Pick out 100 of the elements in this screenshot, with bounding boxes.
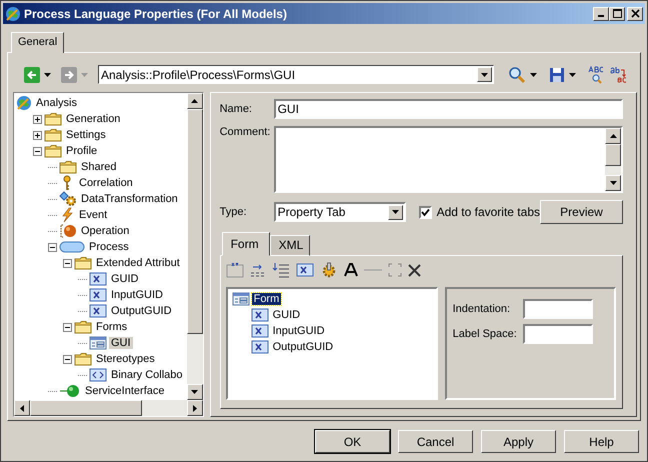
tree-item[interactable]: OutputGUID xyxy=(270,341,336,353)
stereotype-icon xyxy=(89,368,107,382)
tree-item[interactable]: Process xyxy=(87,241,131,253)
tree-item[interactable]: Operation xyxy=(79,225,132,237)
window-title: Process Language Properties (For All Models) xyxy=(24,6,288,20)
checkbox-label: Add to favorite tabs xyxy=(436,205,540,219)
name-field[interactable]: GUI xyxy=(274,99,623,119)
close-button[interactable] xyxy=(627,6,643,20)
globe-icon xyxy=(5,6,21,22)
tree-item[interactable]: GUID xyxy=(270,309,302,321)
vertical-scrollbar[interactable] xyxy=(186,93,203,400)
folder-icon xyxy=(44,128,62,142)
attribute-icon[interactable] xyxy=(296,263,314,277)
tab[interactable]: XML xyxy=(270,235,310,256)
replace-icon[interactable] xyxy=(610,66,628,84)
tree-item[interactable]: Correlation xyxy=(77,177,135,189)
text-field-icon[interactable] xyxy=(226,262,244,278)
interface-icon xyxy=(59,383,81,399)
type-dropdown[interactable]: Property Tab xyxy=(274,202,406,222)
expand-icon[interactable] xyxy=(33,130,42,140)
attribute-icon xyxy=(250,308,269,322)
tree-item[interactable]: Stereotypes xyxy=(94,353,157,365)
caret-icon[interactable] xyxy=(530,72,537,76)
form-icon xyxy=(89,336,107,350)
tree-item[interactable]: Form xyxy=(252,293,282,305)
minimize-icon xyxy=(598,15,604,17)
minimize-button[interactable] xyxy=(593,6,609,20)
collapse-icon[interactable] xyxy=(63,258,72,268)
gear-icon xyxy=(59,191,77,207)
property-field[interactable] xyxy=(522,299,593,319)
tree-item[interactable]: OutputGUID xyxy=(109,305,174,317)
up-arrow-icon xyxy=(191,99,198,103)
operation-icon xyxy=(59,223,77,239)
field-label: Type: xyxy=(220,206,248,218)
insert-list-icon[interactable] xyxy=(272,262,290,278)
property-field[interactable] xyxy=(522,324,593,344)
down-arrow-icon xyxy=(191,390,198,394)
tree-item[interactable]: InputGUID xyxy=(270,325,327,337)
favorite-checkbox[interactable] xyxy=(418,206,432,218)
spell-check-icon[interactable] xyxy=(588,66,606,84)
search-icon[interactable] xyxy=(508,66,526,84)
field-label: Comment: xyxy=(220,126,272,138)
folder-icon xyxy=(44,112,62,126)
tree-item[interactable]: Forms xyxy=(94,321,130,333)
collapse-icon[interactable] xyxy=(63,354,72,364)
attribute-icon xyxy=(89,272,107,286)
field-label: Indentation: xyxy=(452,303,512,315)
folder-icon xyxy=(74,352,92,366)
collapse-icon[interactable] xyxy=(48,242,57,252)
preview-button[interactable]: Preview xyxy=(540,200,623,224)
collapse-icon[interactable] xyxy=(33,146,42,156)
check-icon xyxy=(420,208,430,216)
up-arrow-icon xyxy=(610,134,616,138)
expand-icon[interactable] xyxy=(33,114,42,124)
maximize-button[interactable] xyxy=(609,6,625,20)
save-icon[interactable] xyxy=(549,66,565,82)
globe-icon xyxy=(16,95,32,111)
add-item-icon[interactable] xyxy=(250,262,266,278)
down-arrow-icon xyxy=(610,181,616,185)
field-label: Name: xyxy=(220,103,253,115)
comment-field[interactable] xyxy=(274,126,623,193)
tab[interactable]: General xyxy=(11,32,64,53)
dialog-button[interactable]: Help xyxy=(564,430,639,453)
tree-item[interactable]: Profile xyxy=(64,145,100,157)
tree-item[interactable]: Settings xyxy=(64,129,108,141)
attribute-icon xyxy=(250,340,269,354)
horizontal-scrollbar[interactable] xyxy=(14,400,203,416)
folder-icon xyxy=(44,144,62,158)
path-combo[interactable]: Analysis::Profile\Process\Forms\GUI xyxy=(98,65,494,84)
vertical-scrollbar[interactable] xyxy=(605,128,621,191)
dialog-button[interactable]: OK xyxy=(315,430,390,453)
tree-item[interactable]: GUID xyxy=(109,273,140,285)
right-arrow-icon xyxy=(192,404,197,412)
tree-item[interactable]: InputGUID xyxy=(109,289,165,301)
collapse-icon[interactable] xyxy=(63,322,72,332)
folder-icon xyxy=(59,160,77,174)
caret-icon xyxy=(392,210,399,214)
tree-item[interactable]: DataTransformation xyxy=(79,193,180,205)
dialog-button[interactable]: Apply xyxy=(481,430,556,453)
tree-item[interactable]: ServiceInterface xyxy=(83,385,166,397)
form-icon xyxy=(232,292,250,306)
delete-icon[interactable] xyxy=(408,264,421,276)
attribute-icon xyxy=(250,324,269,338)
dialog-button[interactable]: Cancel xyxy=(398,430,473,453)
caret-icon[interactable] xyxy=(569,72,576,76)
process-icon xyxy=(59,240,85,254)
font-icon[interactable] xyxy=(344,263,358,277)
caret-icon[interactable] xyxy=(44,72,51,76)
tab[interactable]: Form xyxy=(222,232,270,256)
tree-item[interactable]: Event xyxy=(77,209,110,221)
tree-item[interactable]: GUI xyxy=(109,337,133,349)
attribute-icon xyxy=(89,304,107,318)
tree-item[interactable]: Binary Collabo xyxy=(109,369,185,381)
tree-item[interactable]: Shared xyxy=(79,161,118,173)
folder-icon xyxy=(74,320,92,334)
tree-item[interactable]: Generation xyxy=(64,113,122,125)
attribute-icon xyxy=(89,288,107,302)
tree-item[interactable]: Analysis xyxy=(34,97,79,109)
tree-item[interactable]: Extended Attribut xyxy=(94,257,182,269)
close-icon xyxy=(630,9,640,18)
